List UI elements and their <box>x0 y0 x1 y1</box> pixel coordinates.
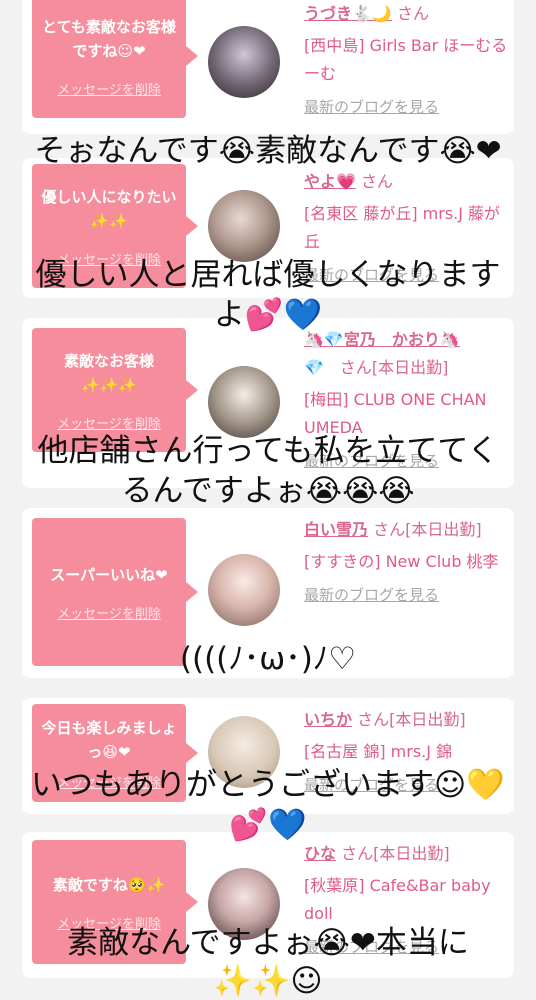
delete-message-link[interactable]: メッセージを削除 <box>57 79 161 98</box>
message-text: 素敵ですね🥺✨ <box>52 875 166 894</box>
cast-status: さん[本日出勤] <box>341 844 450 863</box>
overlay-caption: よ💕💙 <box>213 297 323 333</box>
cast-status: さん[本日出勤] <box>357 710 466 729</box>
overlay-caption: 💕💙 <box>229 807 307 843</box>
cast-status: さん <box>361 172 394 191</box>
avatar[interactable] <box>208 190 280 262</box>
overlay-caption: そぉなんです😭素敵なんです😭❤ <box>34 133 502 169</box>
message-card: とても素敵なお客様ですね☺❤ メッセージを削除 うづき🐇🌙 さん [西中島] G… <box>22 0 514 134</box>
avatar[interactable] <box>208 366 280 438</box>
cast-name-link[interactable]: いちか <box>304 710 352 729</box>
cast-name-link[interactable]: うづき🐇🌙 <box>304 4 392 23</box>
cast-name-link[interactable]: ひな <box>304 844 336 863</box>
delete-message-link[interactable]: メッセージを削除 <box>57 413 161 432</box>
overlay-caption: 他店舗さん行っても私を立ててく <box>37 433 499 469</box>
avatar[interactable] <box>208 26 280 98</box>
overlay-caption: 優しい人と居れば優しくなります <box>35 257 501 293</box>
shop-name: [名東区 藤が丘] mrs.J 藤が丘 <box>304 204 501 251</box>
shop-name: [名古屋 錦] mrs.J 錦 <box>304 742 453 761</box>
overlay-caption: ((((ﾉ･ω･)ﾉ♡ <box>179 641 357 677</box>
cast-status: さん <box>396 4 429 23</box>
cast-status: さん[本日出勤] <box>373 520 482 539</box>
message-text: 優しい人になりたい✨✨ <box>41 187 177 230</box>
message-text: スーパーいいね❤ <box>50 565 168 584</box>
overlay-caption: るんですよぉ😭😭😭 <box>121 473 415 509</box>
overlay-caption: いつもありがとうございます☺💛 <box>31 767 505 803</box>
shop-name: [秋葉原] Cafe&Bar baby doll <box>304 876 491 923</box>
shop-name: [すすきの] New Club 桃李 <box>304 552 499 571</box>
message-bubble: とても素敵なお客様ですね☺❤ メッセージを削除 <box>32 0 198 118</box>
avatar[interactable] <box>208 554 280 626</box>
shop-name: [西中島] Girls Bar ほーむるーむ <box>304 36 508 83</box>
overlay-caption: 素敵なんですよぉ😭❤本当に <box>67 925 469 961</box>
blog-link[interactable]: 最新のブログを見る <box>304 96 509 117</box>
cast-name-link[interactable]: 白い雪乃 <box>304 520 368 539</box>
blog-link[interactable]: 最新のブログを見る <box>304 584 509 605</box>
cast-status: 💎 さん[本日出勤] <box>304 358 449 377</box>
message-text: 素敵なお客様✨✨✨ <box>63 351 154 394</box>
overlay-caption: ✨✨☺ <box>213 963 323 999</box>
delete-message-link[interactable]: メッセージを削除 <box>57 603 161 622</box>
cast-name-link[interactable]: やよ💗 <box>304 172 356 191</box>
message-text: とても素敵なお客様ですね☺❤ <box>42 17 176 60</box>
message-text: 今日も楽しみましょっ😆❤ <box>41 718 177 761</box>
